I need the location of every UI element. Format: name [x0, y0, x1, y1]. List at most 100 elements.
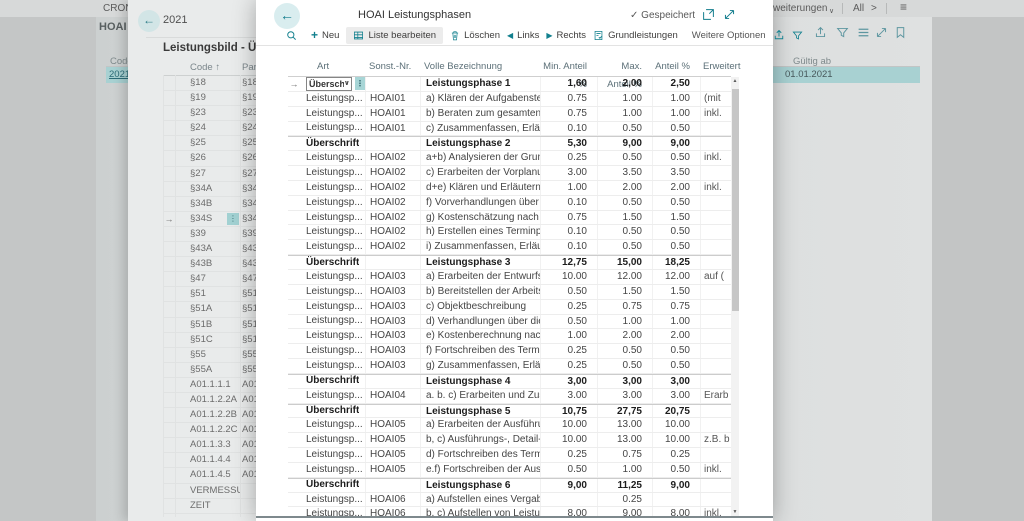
cell-min-anteil[interactable]: 10.00 — [540, 418, 597, 432]
cell-max-anteil[interactable]: 2.00 — [597, 329, 652, 343]
table-row[interactable]: Leistungsp... Überschri∨ ⋮ HOAI02 h) Ers… — [288, 225, 731, 240]
cell-max-anteil[interactable]: 12.00 — [597, 270, 652, 284]
cell-max-anteil[interactable]: 0.50 — [597, 225, 652, 239]
cell-art[interactable]: Leistungsp... Überschri∨ ⋮ — [300, 389, 365, 403]
cell-sonst-nr[interactable]: HOAI03 — [365, 359, 420, 373]
cell-min-anteil[interactable]: 0.25 — [540, 300, 597, 314]
cell-art[interactable]: Leistungsp... Überschri∨ ⋮ — [300, 181, 365, 195]
table-row[interactable]: Leistungsp... Überschri∨ ⋮ HOAI05 d) For… — [288, 448, 731, 463]
cell-max-anteil[interactable]: 1.00 — [597, 463, 652, 477]
table-row[interactable]: Leistungsp... Überschri∨ ⋮ HOAI04 a. b. … — [288, 389, 731, 404]
cell-sonst-nr[interactable]: HOAI02 — [365, 211, 420, 225]
cell-min-anteil[interactable]: 10.00 — [540, 270, 597, 284]
table-row[interactable]: Leistungsp... Überschri∨ ⋮ HOAI02 a+b) A… — [288, 151, 731, 166]
cell-sonst-nr[interactable]: HOAI02 — [365, 240, 420, 254]
cell-max-anteil[interactable]: 15,00 — [597, 256, 652, 269]
cell-volle-bezeichnung[interactable]: a. b. c) Erarbeiten und Zusam... — [420, 389, 540, 403]
delete-button[interactable]: Löschen — [450, 30, 500, 41]
cell-erweitert[interactable]: inkl. — [700, 463, 731, 477]
cell-code[interactable]: §19⋮ — [175, 91, 240, 105]
code-link[interactable]: 2021 — [109, 69, 130, 80]
search-icon[interactable] — [286, 30, 297, 41]
cell-erweitert[interactable] — [700, 122, 731, 136]
cell-erweitert[interactable] — [700, 300, 731, 314]
cell-anteil[interactable]: 0.50 — [652, 225, 700, 239]
cell-art[interactable]: Leistungsp... Überschri∨ ⋮ — [300, 344, 365, 358]
cell-volle-bezeichnung[interactable]: d) Fortschreiben des Terminp... — [420, 448, 540, 462]
table-row[interactable]: Überschrift Überschri∨ ⋮ Leistungsphase … — [288, 404, 731, 419]
cell-sonst-nr[interactable]: HOAI03 — [365, 285, 420, 299]
cell-max-anteil[interactable]: 1.00 — [597, 92, 652, 106]
cell-volle-bezeichnung[interactable]: f) Vorverhandlungen über di... — [420, 196, 540, 210]
more-options-button[interactable]: Weitere Optionen — [692, 30, 766, 41]
cell-anteil[interactable]: 0.75 — [652, 300, 700, 314]
cell-sonst-nr[interactable]: HOAI02 — [365, 225, 420, 239]
expand-icon[interactable] — [723, 8, 736, 21]
cell-code[interactable]: A01.1.2.2A⋮ — [175, 393, 240, 407]
cell-volle-bezeichnung[interactable]: g) Kostenschätzung nach DI... — [420, 211, 540, 225]
cell-art[interactable]: Leistungsp... Überschri∨ ⋮ — [300, 300, 365, 314]
cell-volle-bezeichnung[interactable]: b, c) Ausführungs-, Detail- u... — [420, 433, 540, 447]
list-icon[interactable] — [857, 26, 870, 39]
cell-art[interactable]: Leistungsp... Überschri∨ ⋮ — [300, 107, 365, 121]
cell-art[interactable]: Leistungsp... Überschri∨ ⋮ — [300, 359, 365, 373]
table-row[interactable]: Leistungsp... Überschri∨ ⋮ HOAI03 d) Ver… — [288, 315, 731, 330]
cell-erweitert[interactable]: (mit — [700, 92, 731, 106]
cell-art[interactable]: Leistungsp... Überschri∨ ⋮ — [300, 211, 365, 225]
cell-code[interactable]: §43A⋮ — [175, 242, 240, 256]
cell-max-anteil[interactable]: 13.00 — [597, 418, 652, 432]
cell-erweitert[interactable]: z.B. b — [700, 433, 731, 447]
table-row[interactable]: Leistungsp... Überschri∨ ⋮ HOAI03 e) Kos… — [288, 329, 731, 344]
cell-sonst-nr[interactable]: HOAI04 — [365, 389, 420, 403]
cell-anteil[interactable]: 9,00 — [652, 479, 700, 492]
cell-volle-bezeichnung[interactable]: b) Beraten zum gesamten Lei... — [420, 107, 540, 121]
cell-erweitert[interactable] — [700, 285, 731, 299]
cell-min-anteil[interactable]: 0.75 — [540, 92, 597, 106]
cell-anteil[interactable]: 0.50 — [652, 196, 700, 210]
cell-min-anteil[interactable]: 0.50 — [540, 315, 597, 329]
table-row[interactable]: Leistungsp... Überschri∨ ⋮ HOAI01 a) Klä… — [288, 92, 731, 107]
cell-anteil[interactable]: 0.50 — [652, 240, 700, 254]
filter-icon[interactable] — [836, 26, 849, 39]
cell-volle-bezeichnung[interactable]: i) Zusammenfassen, Erläutern... — [420, 240, 540, 254]
links-button[interactable]: ◀ Links — [507, 30, 539, 41]
cell-art[interactable]: Überschrift Überschri∨ ⋮ — [300, 405, 365, 418]
cell-erweitert[interactable] — [700, 448, 731, 462]
cell-min-anteil[interactable]: 9,00 — [540, 479, 597, 492]
table-row[interactable]: Leistungsp... Überschri∨ ⋮ HOAI05 b, c) … — [288, 433, 731, 448]
cell-max-anteil[interactable]: 3,00 — [597, 375, 652, 388]
cell-min-anteil[interactable]: 10,75 — [540, 405, 597, 418]
cell-art[interactable]: Überschrift Überschri∨ ⋮ — [300, 77, 365, 91]
cell-sonst-nr[interactable]: HOAI01 — [365, 122, 420, 136]
cell-min-anteil[interactable]: 0.25 — [540, 151, 597, 165]
cell-sonst-nr[interactable]: HOAI05 — [365, 448, 420, 462]
cell-art[interactable]: Leistungsp... Überschri∨ ⋮ — [300, 418, 365, 432]
cell-code[interactable]: A01.1.2.2C⋮ — [175, 423, 240, 437]
cell-anteil[interactable]: 3,00 — [652, 375, 700, 388]
cell-art[interactable]: Leistungsp... Überschri∨ ⋮ — [300, 240, 365, 254]
cell-anteil[interactable]: 10.00 — [652, 433, 700, 447]
expand-icon[interactable] — [875, 26, 888, 39]
table-row[interactable]: Leistungsp... Überschri∨ ⋮ HOAI01 b) Ber… — [288, 107, 731, 122]
cell-volle-bezeichnung[interactable]: Leistungsphase 5 — [420, 405, 540, 418]
cell-min-anteil[interactable]: 0.25 — [540, 359, 597, 373]
cell-volle-bezeichnung[interactable]: b) Bereitstellen der Arbeitser... — [420, 285, 540, 299]
cell-anteil[interactable]: 18,25 — [652, 256, 700, 269]
cell-sonst-nr[interactable]: HOAI02 — [365, 151, 420, 165]
cell-sonst-nr[interactable]: HOAI03 — [365, 344, 420, 358]
table-row[interactable]: Leistungsp... Überschri∨ ⋮ HOAI02 c) Era… — [288, 166, 731, 181]
cell-max-anteil[interactable]: 1.00 — [597, 107, 652, 121]
cell-code[interactable]: §18⋮ — [175, 76, 240, 90]
back-button[interactable]: ← — [138, 10, 160, 32]
cell-max-anteil[interactable]: 13.00 — [597, 433, 652, 447]
table-row[interactable]: Überschrift Überschri∨ ⋮ Leistungsphase … — [288, 374, 731, 389]
share-icon[interactable] — [814, 26, 827, 39]
cell-erweitert[interactable] — [700, 166, 731, 180]
cell-volle-bezeichnung[interactable]: c) Zusammenfassen, Erläuter... — [420, 122, 540, 136]
cell-volle-bezeichnung[interactable]: d+e) Klären und Erläutern de... — [420, 181, 540, 195]
cell-art[interactable]: Leistungsp... Überschri∨ ⋮ — [300, 463, 365, 477]
cell-erweitert[interactable] — [700, 479, 731, 492]
cell-art[interactable]: Überschrift Überschri∨ ⋮ — [300, 375, 365, 388]
cell-code[interactable]: §55A⋮ — [175, 363, 240, 377]
cell-code[interactable]: §51B⋮ — [175, 318, 240, 332]
